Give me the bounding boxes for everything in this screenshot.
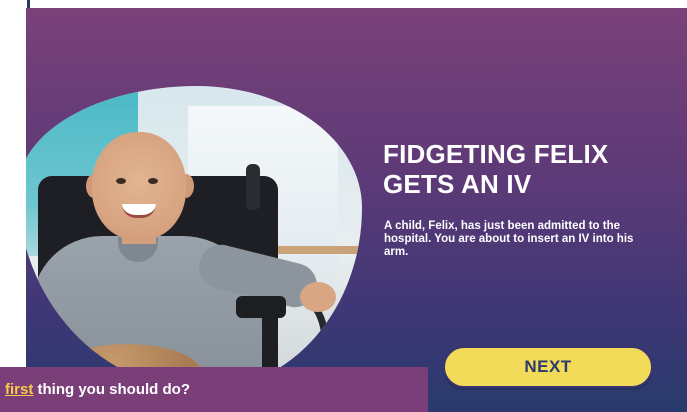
photo-wheelchair-arm bbox=[236, 296, 286, 318]
scenario-card: FIDGETING FELIX GETS AN IV A child, Feli… bbox=[26, 8, 687, 412]
question-highlight: first bbox=[5, 381, 34, 398]
photo-head bbox=[92, 132, 186, 240]
scenario-title: FIDGETING FELIX GETS AN IV bbox=[383, 139, 609, 199]
photo-eye-left bbox=[116, 178, 126, 184]
scenario-stage: FIDGETING FELIX GETS AN IV A child, Feli… bbox=[0, 0, 687, 412]
photo-hand bbox=[300, 282, 336, 312]
question-banner: first thing you should do? bbox=[0, 367, 428, 412]
scenario-description: A child, Felix, has just been admitted t… bbox=[384, 220, 634, 258]
next-button[interactable]: NEXT bbox=[443, 346, 653, 388]
question-text: thing you should do? bbox=[33, 381, 190, 398]
photo-wheelchair-handle bbox=[246, 164, 260, 210]
photo-eye-right bbox=[148, 178, 158, 184]
child-in-wheelchair-photo bbox=[26, 86, 362, 390]
